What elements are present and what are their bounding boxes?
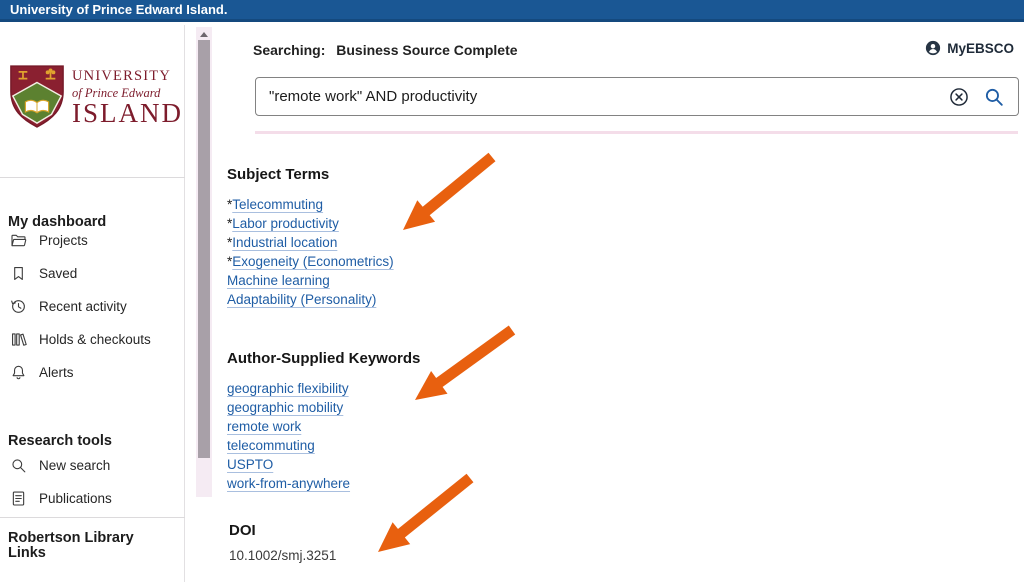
search-icon xyxy=(9,456,28,475)
sidebar-item-saved[interactable]: Saved xyxy=(0,257,185,289)
institution-banner: University of Prince Edward Island. xyxy=(0,0,1024,22)
myebsco-button[interactable]: MyEBSCO xyxy=(924,39,1020,57)
searching-status: Searching: Business Source Complete xyxy=(253,42,518,58)
author-keyword-link[interactable]: USPTO xyxy=(227,457,273,472)
subject-term-link[interactable]: Labor productivity xyxy=(232,216,339,231)
subject-term-link[interactable]: Machine learning xyxy=(227,273,330,288)
sidebar-divider xyxy=(0,517,185,518)
list-item: *Telecommuting xyxy=(227,195,394,214)
document-icon xyxy=(9,489,28,508)
list-item: work-from-anywhere xyxy=(227,474,350,493)
list-item: telecommuting xyxy=(227,436,350,455)
clear-search-icon[interactable] xyxy=(948,86,970,108)
sidebar-divider xyxy=(0,177,185,178)
upei-logo[interactable]: UNIVERSITY of Prince Edward ISLAND xyxy=(8,63,183,131)
subject-term-link[interactable]: Exogeneity (Econometrics) xyxy=(232,254,393,269)
doi-heading: DOI xyxy=(229,522,256,539)
search-input[interactable] xyxy=(256,88,948,105)
scroll-up-arrow-icon[interactable] xyxy=(196,29,212,39)
sidebar-item-label: Publications xyxy=(39,491,112,506)
sidebar-item-label: Recent activity xyxy=(39,299,127,314)
upei-crest-icon xyxy=(8,63,66,131)
books-icon xyxy=(9,330,28,349)
sidebar-item-label: Holds & checkouts xyxy=(39,332,151,347)
submit-search-icon[interactable] xyxy=(983,86,1005,108)
logo-line-university: UNIVERSITY xyxy=(72,68,183,85)
sidebar-item-label: Alerts xyxy=(39,365,74,380)
author-keyword-link[interactable]: work-from-anywhere xyxy=(227,476,350,491)
sidebar-item-new-search[interactable]: New search xyxy=(0,449,185,481)
logo-line-island: ISLAND xyxy=(72,101,183,127)
author-keyword-link[interactable]: telecommuting xyxy=(227,438,315,453)
doi-value: 10.1002/smj.3251 xyxy=(229,548,336,563)
list-item: remote work xyxy=(227,417,350,436)
institution-title: University of Prince Edward Island. xyxy=(10,2,227,17)
sidebar-item-recent-activity[interactable]: Recent activity xyxy=(0,290,185,322)
folder-icon xyxy=(9,231,28,250)
list-item: *Industrial location xyxy=(227,233,394,252)
database-name: Business Source Complete xyxy=(336,42,517,58)
ebsco-app: University of Prince Edward Island. UNIV… xyxy=(0,0,1024,582)
search-box xyxy=(255,77,1019,116)
sidebar-item-label: New search xyxy=(39,458,110,473)
list-item: geographic mobility xyxy=(227,398,350,417)
sidebar-scrollbar[interactable] xyxy=(196,27,212,497)
subject-terms-heading: Subject Terms xyxy=(227,166,329,183)
bell-icon xyxy=(9,363,28,382)
user-account-icon xyxy=(924,39,942,57)
sidebar-item-projects[interactable]: Projects xyxy=(0,224,185,256)
library-links-heading: Robertson Library Links xyxy=(8,531,158,561)
subject-term-link[interactable]: Telecommuting xyxy=(232,197,323,212)
author-keywords-list: geographic flexibility geographic mobili… xyxy=(227,379,350,493)
upei-wordmark: UNIVERSITY of Prince Edward ISLAND xyxy=(72,68,183,127)
myebsco-label: MyEBSCO xyxy=(947,41,1014,56)
bookmark-icon xyxy=(9,264,28,283)
sidebar: UNIVERSITY of Prince Edward ISLAND My da… xyxy=(0,25,185,582)
arrow-to-author-keywords xyxy=(415,330,512,400)
list-item: geographic flexibility xyxy=(227,379,350,398)
list-item: Adaptability (Personality) xyxy=(227,290,394,309)
author-keyword-link[interactable]: geographic flexibility xyxy=(227,381,349,396)
sidebar-item-label: Saved xyxy=(39,266,77,281)
author-keyword-link[interactable]: remote work xyxy=(227,419,301,434)
subject-terms-list: *Telecommuting *Labor productivity *Indu… xyxy=(227,195,394,309)
searching-label: Searching: xyxy=(253,42,325,58)
subject-term-link[interactable]: Adaptability (Personality) xyxy=(227,292,376,307)
history-icon xyxy=(9,297,28,316)
sidebar-item-label: Projects xyxy=(39,233,88,248)
list-item: *Labor productivity xyxy=(227,214,394,233)
subject-term-link[interactable]: Industrial location xyxy=(232,235,337,250)
arrow-to-subject-terms xyxy=(403,157,492,230)
content-divider xyxy=(255,131,1018,134)
sidebar-item-publications[interactable]: Publications xyxy=(0,482,185,514)
sidebar-item-alerts[interactable]: Alerts xyxy=(0,356,185,388)
list-item: Machine learning xyxy=(227,271,394,290)
list-item: *Exogeneity (Econometrics) xyxy=(227,252,394,271)
list-item: USPTO xyxy=(227,455,350,474)
author-keywords-heading: Author-Supplied Keywords xyxy=(227,350,420,367)
research-tools-heading: Research tools xyxy=(8,433,112,449)
sidebar-item-holds-checkouts[interactable]: Holds & checkouts xyxy=(0,323,185,355)
scrollbar-thumb[interactable] xyxy=(198,40,210,458)
arrow-to-doi xyxy=(378,478,470,552)
author-keyword-link[interactable]: geographic mobility xyxy=(227,400,343,415)
